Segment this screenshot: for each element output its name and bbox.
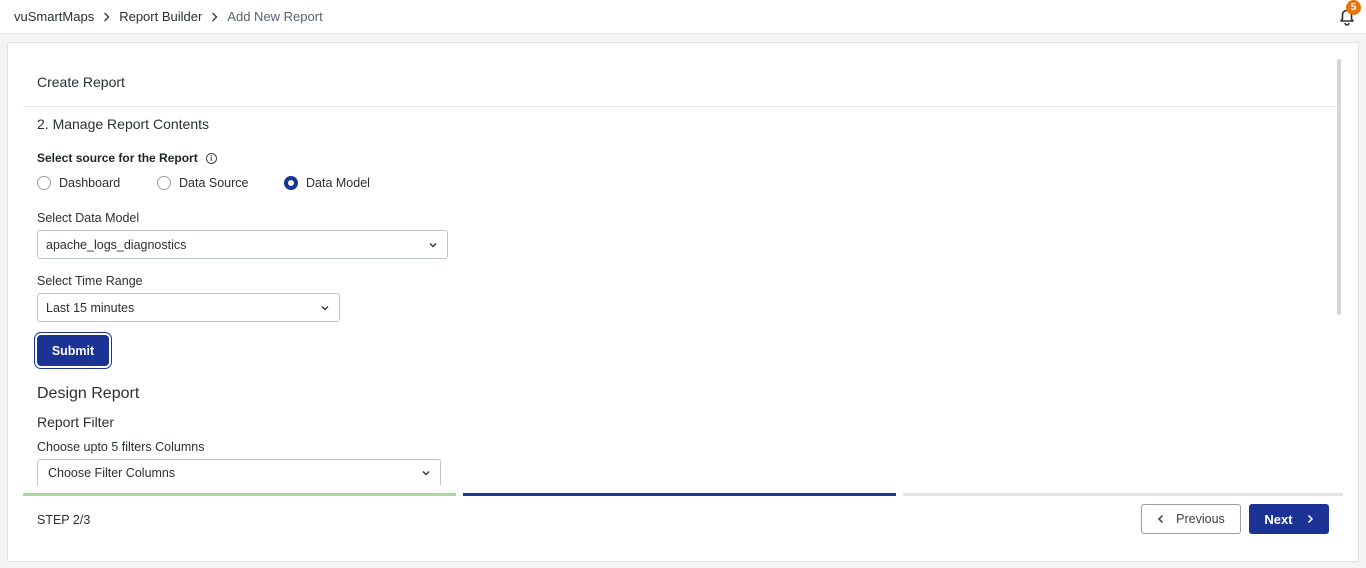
next-button[interactable]: Next [1249, 504, 1329, 534]
next-label: Next [1264, 511, 1293, 527]
notification-badge: 5 [1346, 0, 1361, 15]
top-bar: vuSmartMaps Report Builder Add New Repor… [0, 0, 1366, 34]
progress-step-3 [903, 493, 1343, 496]
data-model-label: Select Data Model [37, 211, 140, 225]
data-model-value: apache_logs_diagnostics [46, 237, 187, 252]
radio-button[interactable] [37, 176, 51, 190]
radio-label: Dashboard [59, 176, 121, 190]
report-filter-title: Report Filter [37, 414, 115, 430]
radio-label: Data Model [306, 176, 370, 190]
time-range-label: Select Time Range [37, 274, 143, 288]
filter-columns-select[interactable]: Choose Filter Columns [37, 459, 441, 485]
breadcrumb: vuSmartMaps Report Builder Add New Repor… [14, 9, 323, 24]
breadcrumb-add-new-report: Add New Report [227, 9, 323, 24]
source-label-text: Select source for the Report [37, 151, 198, 165]
progress-step-2 [463, 493, 896, 496]
breadcrumb-report-builder[interactable]: Report Builder [119, 9, 202, 24]
radio-button[interactable] [157, 176, 171, 190]
radio-data-source[interactable]: Data Source [157, 176, 248, 190]
chevron-right-icon [1307, 514, 1313, 524]
scrollbar[interactable] [1337, 59, 1341, 315]
progress-step-1 [23, 493, 456, 496]
step-title: 2. Manage Report Contents [37, 116, 209, 132]
chevron-right-icon [211, 11, 218, 22]
step-indicator: STEP 2/3 [37, 513, 91, 527]
breadcrumb-vusmartmaps[interactable]: vuSmartMaps [14, 9, 94, 24]
submit-button[interactable]: Submit [37, 335, 109, 366]
chevron-down-icon [321, 306, 329, 311]
design-report-title: Design Report [37, 385, 140, 402]
radio-data-model[interactable]: Data Model [284, 176, 370, 190]
header-divider [23, 106, 1337, 107]
filter-columns-placeholder: Choose Filter Columns [48, 465, 176, 480]
chevron-down-icon [422, 471, 430, 476]
chevron-right-icon [103, 11, 110, 22]
radio-dashboard[interactable]: Dashboard [37, 176, 120, 190]
radio-button-selected[interactable] [284, 176, 298, 190]
time-range-value: Last 15 minutes [46, 300, 135, 315]
previous-button[interactable]: Previous [1141, 504, 1241, 534]
page-title: Create Report [37, 74, 125, 90]
data-model-select[interactable]: apache_logs_diagnostics [37, 230, 448, 259]
radio-label: Data Source [179, 176, 249, 190]
chevron-left-icon [1158, 514, 1164, 524]
filter-columns-label: Choose upto 5 filters Columns [37, 440, 205, 454]
info-icon[interactable]: i [205, 152, 217, 164]
time-range-select[interactable]: Last 15 minutes [37, 293, 340, 322]
chevron-down-icon [429, 243, 437, 248]
create-report-card: Create Report 2. Manage Report Contents … [7, 42, 1359, 562]
source-label: Select source for the Report i [37, 151, 217, 165]
previous-label: Previous [1176, 512, 1225, 526]
